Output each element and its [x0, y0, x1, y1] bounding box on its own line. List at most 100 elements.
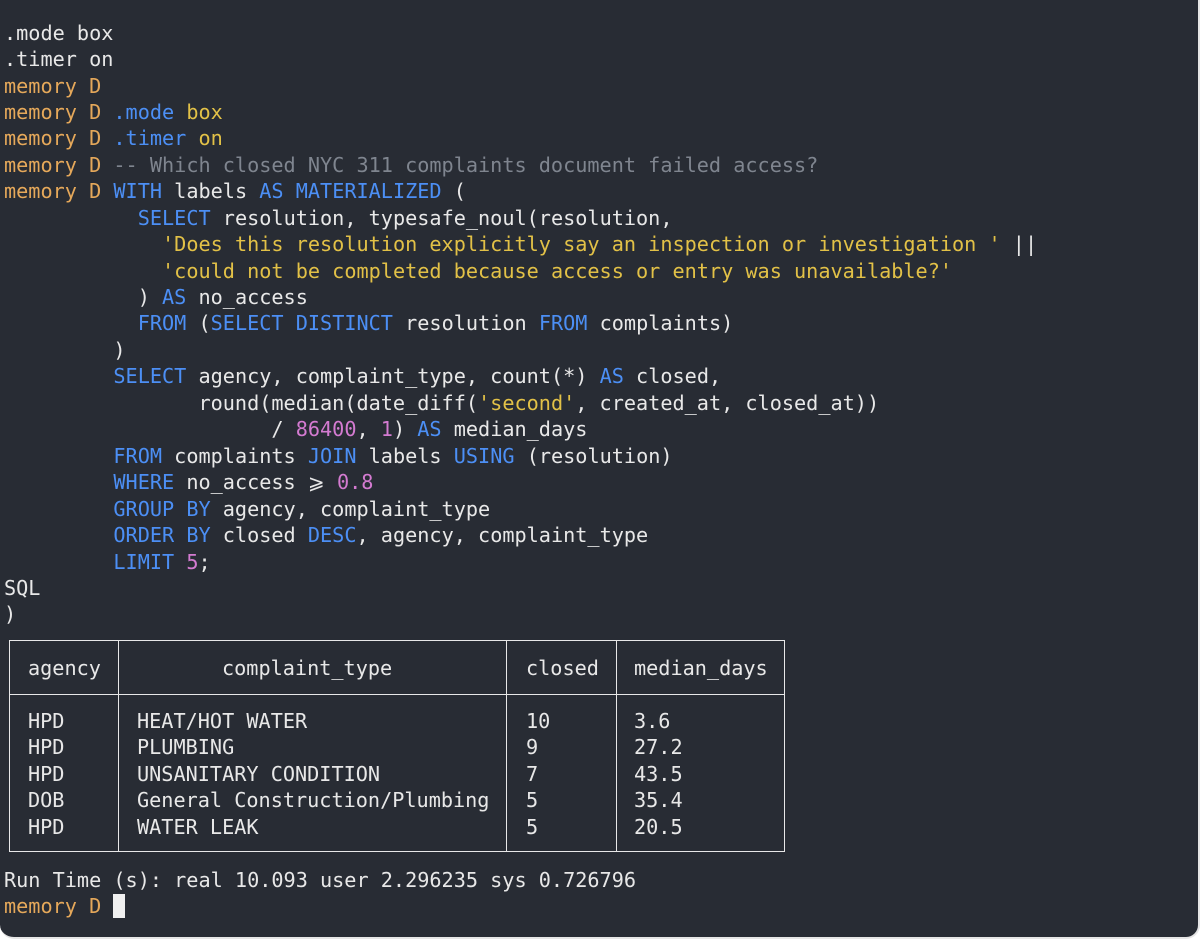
sql-identifier: , agency, complaint_type: [356, 523, 649, 547]
text-cursor[interactable]: [113, 894, 126, 918]
dot-command-arg: on: [198, 126, 223, 150]
prompt-label: memory D: [4, 100, 102, 124]
terminal-window[interactable]: .mode box .timer on memory D memory D .m…: [0, 0, 1200, 939]
column-header: closed: [526, 656, 599, 680]
sql-identifier: median_days: [453, 417, 588, 441]
dot-command-arg: box: [186, 100, 223, 124]
sql-keyword: SELECT: [137, 206, 211, 230]
sql-identifier: no_access: [198, 285, 308, 309]
prompt-line: memory D .timer on: [4, 125, 223, 151]
column-divider: [616, 641, 617, 851]
sql-line: GROUP BY agency, complaint_type: [4, 496, 490, 522]
table-cell: 20.5: [634, 815, 683, 839]
sql-identifier: complaints: [174, 444, 296, 468]
table-cell: 5: [526, 815, 539, 839]
column-header: complaint_type: [222, 656, 393, 680]
table-cell: 9: [526, 735, 539, 759]
output-line: .timer on: [4, 46, 113, 72]
sql-string: 'second': [478, 391, 576, 415]
sql-identifier: no_access ⩾: [186, 470, 325, 494]
sql-identifier: agency, complaint_type: [222, 497, 491, 521]
sql-punct: (: [453, 179, 466, 203]
sql-keyword: SELECT: [210, 311, 284, 335]
prompt-label: memory D: [4, 894, 102, 918]
sql-keyword: AS: [417, 417, 442, 441]
sql-identifier: closed: [222, 523, 296, 547]
table-cell: 10: [526, 709, 551, 733]
column-header: median_days: [634, 656, 768, 680]
prompt-line: memory D -- Which closed NYC 311 complai…: [4, 152, 818, 178]
table-cell: HEAT/HOT WATER: [137, 709, 308, 733]
prompt-label: memory D: [4, 126, 102, 150]
sql-keyword: FROM: [538, 311, 588, 335]
sql-identifier: round(median(date_diff(: [198, 391, 479, 415]
sql-number: 0.8: [336, 470, 374, 494]
sql-line: 'could not be completed because access o…: [4, 258, 952, 284]
sql-line: round(median(date_diff('second', created…: [4, 390, 879, 416]
prompt-line[interactable]: memory D: [4, 893, 126, 919]
sql-line: SELECT resolution, typesafe_noul(resolut…: [4, 205, 673, 231]
sql-keyword: SELECT: [113, 364, 187, 388]
heredoc-marker: SQL: [4, 576, 41, 600]
sql-operator: ||: [1012, 232, 1038, 256]
prompt-label: memory D: [4, 153, 102, 177]
sql-number: 5: [186, 550, 199, 574]
sql-line: ORDER BY closed DESC, agency, complaint_…: [4, 522, 648, 548]
sql-line: SELECT agency, complaint_type, count(*) …: [4, 363, 721, 389]
sql-keyword: AS: [259, 179, 284, 203]
table-cell: DOB: [28, 788, 65, 812]
sql-keyword: AS: [599, 364, 624, 388]
sql-keyword: LIMIT: [113, 550, 175, 574]
column-header: agency: [28, 656, 101, 680]
command-text: .mode box: [4, 21, 114, 45]
table-cell: 3.6: [634, 709, 671, 733]
closing-paren-line: ): [4, 601, 16, 627]
sql-line: LIMIT 5;: [4, 549, 210, 575]
table-cell: 35.4: [634, 788, 683, 812]
sql-identifier: resolution, typesafe_noul(resolution,: [222, 206, 673, 230]
table-cell: UNSANITARY CONDITION: [137, 762, 381, 786]
sql-line: memory D WITH labels AS MATERIALIZED (: [4, 178, 466, 204]
table-cell: HPD: [28, 735, 65, 759]
prompt-label: memory D: [4, 179, 102, 203]
sql-line: WHERE no_access ⩾ 0.8: [4, 469, 373, 495]
prompt-line: memory D .mode box: [4, 99, 223, 125]
sql-keyword: WITH: [113, 179, 163, 203]
prompt-label: memory D: [4, 74, 102, 98]
sql-keyword: GROUP BY: [113, 497, 211, 521]
sql-identifier: labels: [368, 444, 442, 468]
sql-identifier: , created_at, closed_at)): [575, 391, 880, 415]
sql-punct: (: [198, 311, 211, 335]
header-divider: [10, 694, 784, 695]
column-divider: [118, 641, 119, 851]
table-cell: HPD: [28, 762, 65, 786]
sql-keyword: ORDER BY: [113, 523, 211, 547]
table-cell: PLUMBING: [137, 735, 235, 759]
sql-punct: ): [113, 338, 126, 362]
sql-string: 'Does this resolution explicitly say an …: [162, 232, 1001, 256]
sql-keyword: MATERIALIZED: [295, 179, 442, 203]
run-time-line: Run Time (s): real 10.093 user 2.296235 …: [4, 867, 636, 893]
sql-keyword: AS: [162, 285, 187, 309]
sql-punct: ,: [356, 417, 369, 441]
sql-string: 'could not be completed because access o…: [162, 259, 953, 283]
sql-identifier: labels: [174, 179, 248, 203]
sql-punct: ): [392, 417, 406, 441]
output-line: .mode box: [4, 20, 113, 46]
table-cell: HPD: [28, 815, 65, 839]
result-table: agency complaint_type closed median_days…: [9, 640, 785, 852]
sql-line: FROM (SELECT DISTINCT resolution FROM co…: [4, 310, 734, 336]
dot-command: .mode: [113, 100, 175, 124]
table-cell: 43.5: [634, 762, 683, 786]
sql-number: 86400: [295, 417, 357, 441]
sql-line: ): [4, 337, 126, 363]
sql-line: ) AS no_access: [4, 284, 308, 310]
run-time-text: Run Time (s): real 10.093 user 2.296235 …: [4, 868, 637, 892]
closing-paren: ): [4, 602, 17, 626]
sql-identifier: complaints): [599, 311, 734, 335]
sql-keyword: JOIN: [307, 444, 357, 468]
sql-keyword: USING: [453, 444, 515, 468]
column-divider: [506, 641, 507, 851]
table-cell: WATER LEAK: [137, 815, 259, 839]
table-cell: 27.2: [634, 735, 683, 759]
